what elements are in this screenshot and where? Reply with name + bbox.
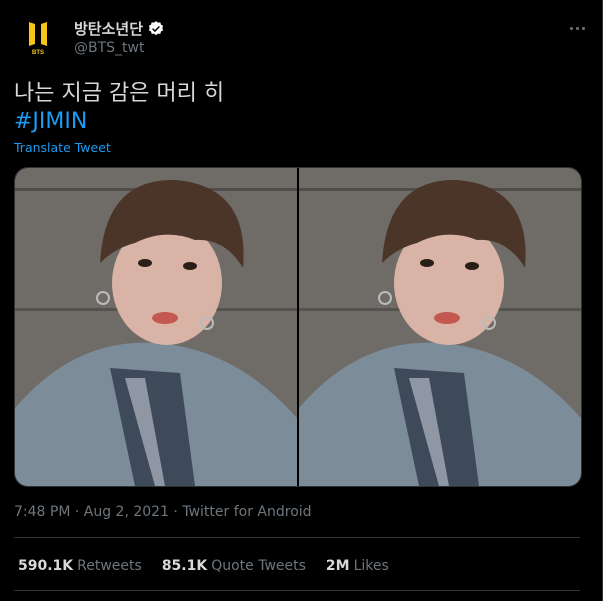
display-name[interactable]: 방탄소년단: [74, 18, 143, 39]
divider-top: [14, 537, 580, 538]
bts-logo-icon: BTS: [14, 12, 62, 60]
quote-tweets-count: 85.1K: [161, 558, 208, 574]
engagement-stats: 590.1K Retweets 85.1K Quote Tweets 2M Likes: [18, 558, 389, 574]
retweets-count: 590.1K: [18, 558, 74, 574]
photo-right[interactable]: [299, 168, 581, 486]
tweet-timestamp[interactable]: 7:48 PM · Aug 2, 2021 · Twitter for Andr…: [14, 504, 312, 520]
retweets-label: Retweets: [77, 558, 142, 574]
more-options-icon[interactable]: [565, 18, 589, 38]
tweet-text: 나는 지금 감은 머리 히: [14, 81, 225, 106]
user-handle[interactable]: @BTS_twt: [74, 40, 144, 56]
stat-quote-tweets[interactable]: 85.1K Quote Tweets: [162, 558, 306, 574]
stat-likes[interactable]: 2M Likes: [326, 558, 389, 574]
likes-label: Likes: [353, 558, 389, 574]
name-row: 방탄소년단: [74, 18, 165, 39]
stat-retweets[interactable]: 590.1K Retweets: [18, 558, 142, 574]
translate-tweet-link[interactable]: Translate Tweet: [14, 140, 111, 155]
avatar-logo-text: BTS: [32, 50, 44, 56]
tweet-header: BTS 방탄소년단 @BTS_twt: [14, 12, 589, 62]
likes-count: 2M: [325, 558, 350, 574]
media-grid: [14, 167, 582, 487]
hashtag-link[interactable]: #JIMIN: [14, 108, 87, 136]
quote-tweets-label: Quote Tweets: [211, 558, 306, 574]
verified-badge-icon: [148, 20, 164, 35]
avatar[interactable]: BTS: [14, 12, 62, 60]
divider-bottom: [14, 590, 580, 591]
photo-left[interactable]: [15, 168, 297, 486]
